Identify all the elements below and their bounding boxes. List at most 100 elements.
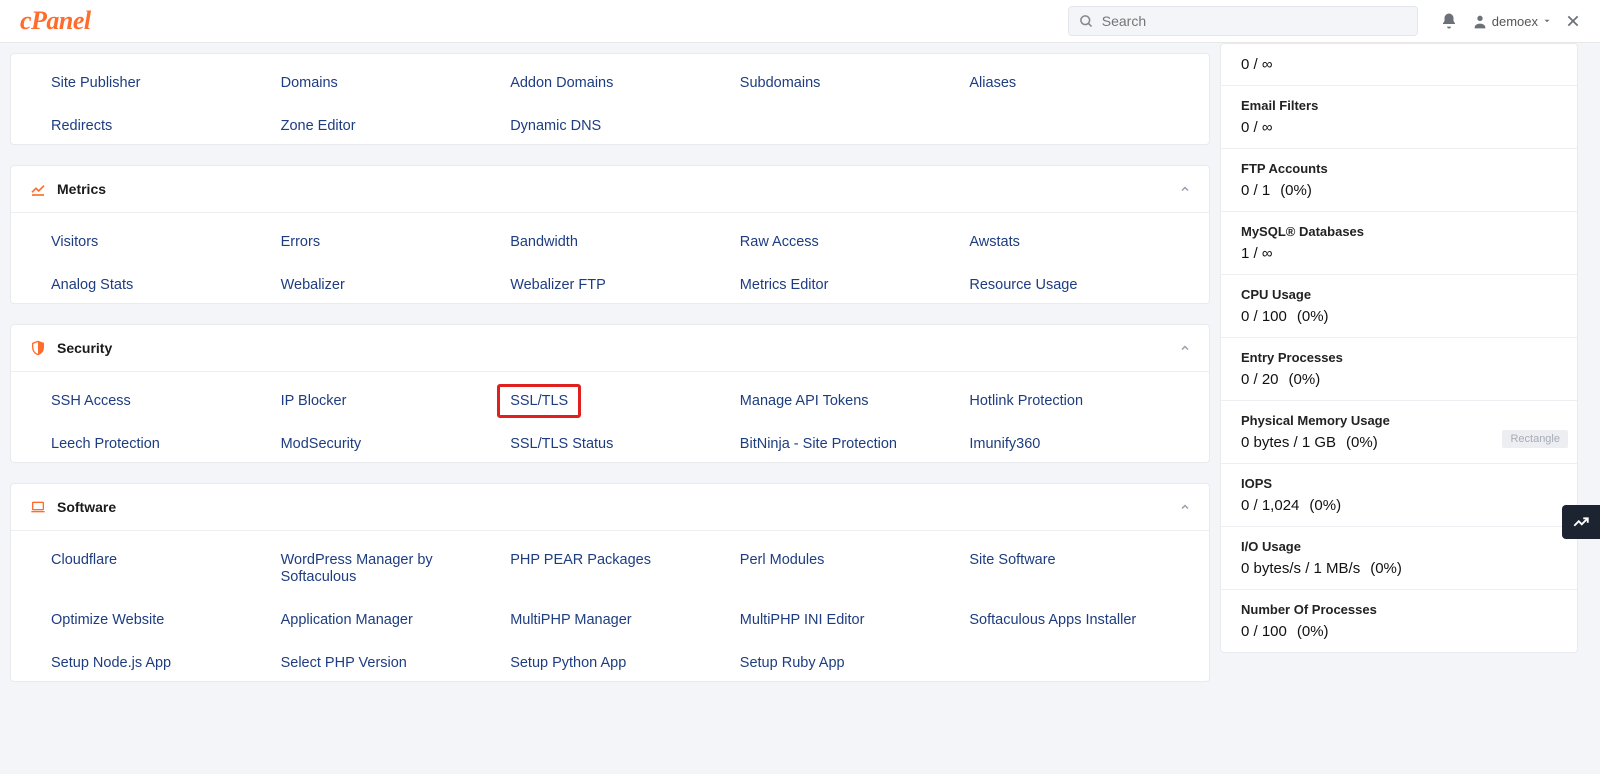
stat-value: 0 / ∞ bbox=[1241, 119, 1557, 136]
link-item[interactable]: Webalizer FTP bbox=[510, 277, 606, 293]
link-item[interactable]: Site Publisher bbox=[51, 75, 140, 91]
link-item[interactable]: Hotlink Protection bbox=[969, 393, 1083, 409]
link-item[interactable]: BitNinja - Site Protection bbox=[740, 436, 897, 452]
top-header: cPanel demoex bbox=[0, 0, 1600, 43]
section-title: Security bbox=[57, 340, 112, 356]
link-item[interactable]: Leech Protection bbox=[51, 436, 160, 452]
section-metrics: Metrics Visitors Errors Bandwidth Raw Acces… bbox=[10, 165, 1210, 304]
link-item[interactable]: SSL/TLS bbox=[497, 384, 581, 418]
search-box[interactable] bbox=[1068, 6, 1418, 36]
stat-row: FTP Accounts0 / 1(0%) bbox=[1221, 149, 1577, 212]
link-item[interactable]: Awstats bbox=[969, 234, 1020, 250]
stat-value: 0 / 1,024(0%) bbox=[1241, 497, 1557, 514]
section-header-software[interactable]: Software bbox=[11, 484, 1209, 531]
stat-value: 1 / ∞ bbox=[1241, 245, 1557, 262]
stat-value: 0 / 100(0%) bbox=[1241, 308, 1557, 325]
link-item[interactable]: IP Blocker bbox=[281, 393, 347, 409]
chart-icon bbox=[29, 180, 47, 198]
logo[interactable]: cPanel bbox=[20, 6, 91, 36]
link-item[interactable]: Webalizer bbox=[281, 277, 345, 293]
link-item[interactable]: Visitors bbox=[51, 234, 98, 250]
chevron-up-icon bbox=[1179, 183, 1191, 195]
chevron-up-icon bbox=[1179, 342, 1191, 354]
bell-icon[interactable] bbox=[1440, 12, 1458, 30]
stat-row: Number Of Processes 0 / 100(0%) bbox=[1221, 590, 1577, 652]
link-item[interactable]: Analog Stats bbox=[51, 277, 133, 293]
link-item[interactable]: Dynamic DNS bbox=[510, 118, 601, 134]
stat-row: Email Filters 0 / ∞ bbox=[1221, 86, 1577, 149]
link-item[interactable]: ModSecurity bbox=[281, 436, 362, 452]
link-item[interactable]: Resource Usage bbox=[969, 277, 1077, 293]
link-item[interactable]: Redirects bbox=[51, 118, 112, 134]
stat-value: 0 / ∞ bbox=[1241, 56, 1557, 73]
link-item[interactable]: MultiPHP Manager bbox=[510, 612, 631, 628]
stat-pct: (0%) bbox=[1346, 434, 1378, 451]
stat-title: Entry Processes bbox=[1241, 350, 1557, 365]
stat-row: IOPS 0 / 1,024(0%) bbox=[1221, 464, 1577, 527]
stat-row: I/O Usage 0 bytes/s / 1 MB/s(0%) bbox=[1221, 527, 1577, 590]
stat-row: MySQL® Databases 1 / ∞ bbox=[1221, 212, 1577, 275]
link-item[interactable]: Metrics Editor bbox=[740, 277, 829, 293]
rectangle-tag: Rectangle bbox=[1502, 430, 1568, 448]
user-menu[interactable]: demoex bbox=[1472, 13, 1552, 29]
close-icon[interactable] bbox=[1566, 14, 1580, 28]
stat-title: MySQL® Databases bbox=[1241, 224, 1557, 239]
stat-value: 0 bytes/s / 1 MB/s(0%) bbox=[1241, 560, 1557, 577]
link-item[interactable]: Site Software bbox=[969, 552, 1055, 568]
stat-value: 0 / 20(0%) bbox=[1241, 371, 1557, 388]
link-item[interactable]: Optimize Website bbox=[51, 612, 164, 628]
link-item[interactable]: Manage API Tokens bbox=[740, 393, 869, 409]
link-item[interactable]: Perl Modules bbox=[740, 552, 825, 568]
link-item[interactable]: Imunify360 bbox=[969, 436, 1040, 452]
stat-title: Number Of Processes bbox=[1241, 602, 1557, 617]
section-header-metrics[interactable]: Metrics bbox=[11, 166, 1209, 213]
link-item[interactable]: Setup Ruby App bbox=[740, 655, 845, 671]
stat-pct: (0%) bbox=[1297, 623, 1329, 640]
search-icon bbox=[1079, 14, 1094, 29]
stat-pct: (0%) bbox=[1297, 308, 1329, 325]
stat-title: CPU Usage bbox=[1241, 287, 1557, 302]
link-item[interactable]: Errors bbox=[281, 234, 320, 250]
link-item[interactable]: Softaculous Apps Installer bbox=[969, 612, 1136, 628]
section-title: Metrics bbox=[57, 181, 106, 197]
link-item[interactable]: MultiPHP INI Editor bbox=[740, 612, 865, 628]
link-item[interactable]: Cloudflare bbox=[51, 552, 117, 568]
shield-icon bbox=[29, 339, 47, 357]
stat-title: Physical Memory Usage bbox=[1241, 413, 1557, 428]
username: demoex bbox=[1492, 14, 1538, 29]
link-item[interactable]: Zone Editor bbox=[281, 118, 356, 134]
user-icon bbox=[1472, 13, 1488, 29]
link-item[interactable]: WordPress Manager by Softaculous bbox=[281, 552, 433, 585]
stat-value: 0 / 100(0%) bbox=[1241, 623, 1557, 640]
search-input[interactable] bbox=[1102, 13, 1407, 29]
link-item[interactable]: Addon Domains bbox=[510, 75, 613, 91]
stat-pct: (0%) bbox=[1370, 560, 1402, 577]
stats-toggle-button[interactable] bbox=[1562, 505, 1600, 539]
caret-down-icon bbox=[1542, 16, 1552, 26]
section-title: Software bbox=[57, 499, 116, 515]
sidebar-stats: 0 / ∞ Email Filters 0 / ∞ FTP Accounts0 / 1… bbox=[1220, 43, 1600, 653]
stat-title: I/O Usage bbox=[1241, 539, 1557, 554]
stat-title: Email Filters bbox=[1241, 98, 1557, 113]
link-item[interactable]: SSL/TLS Status bbox=[510, 436, 613, 452]
link-item[interactable]: Subdomains bbox=[740, 75, 821, 91]
stat-title: IOPS bbox=[1241, 476, 1557, 491]
section-header-security[interactable]: Security bbox=[11, 325, 1209, 372]
chevron-up-icon bbox=[1179, 501, 1191, 513]
link-item[interactable]: Raw Access bbox=[740, 234, 819, 250]
section-security: Security SSH Access IP Blocker SSL/TLS Mana… bbox=[10, 324, 1210, 463]
link-item[interactable]: Domains bbox=[281, 75, 338, 91]
stat-pct: (0%) bbox=[1309, 497, 1341, 514]
stat-row: 0 / ∞ bbox=[1221, 44, 1577, 86]
link-item[interactable]: Setup Node.js App bbox=[51, 655, 171, 671]
link-item[interactable]: Bandwidth bbox=[510, 234, 578, 250]
link-item[interactable]: Select PHP Version bbox=[281, 655, 407, 671]
link-item[interactable]: SSH Access bbox=[51, 393, 131, 409]
stat-row: CPU Usage 0 / 100(0%) bbox=[1221, 275, 1577, 338]
link-item[interactable]: PHP PEAR Packages bbox=[510, 552, 651, 568]
link-item[interactable]: Aliases bbox=[969, 75, 1016, 91]
stat-row: Entry Processes 0 / 20(0%) bbox=[1221, 338, 1577, 401]
link-item[interactable]: Application Manager bbox=[281, 612, 413, 628]
link-item[interactable]: Setup Python App bbox=[510, 655, 626, 671]
main-content: Site Publisher Domains Addon Domains Subdom… bbox=[0, 43, 1220, 712]
